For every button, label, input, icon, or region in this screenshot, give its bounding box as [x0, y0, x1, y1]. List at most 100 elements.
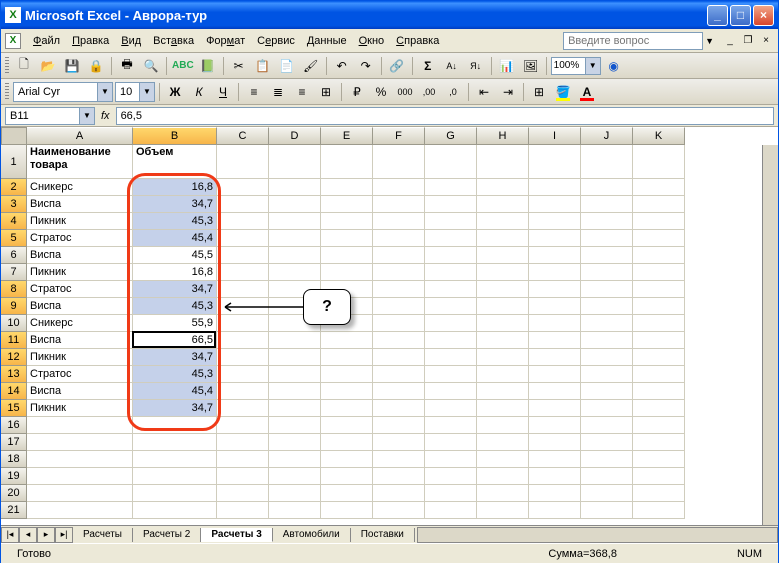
new-icon[interactable]: 🗋 — [13, 55, 35, 77]
cell[interactable] — [425, 502, 477, 519]
cell[interactable] — [477, 230, 529, 247]
column-header[interactable]: B — [133, 127, 217, 145]
cell[interactable] — [321, 366, 373, 383]
cell[interactable] — [217, 400, 269, 417]
row-header[interactable]: 6 — [1, 247, 27, 264]
cell[interactable] — [529, 366, 581, 383]
menu-data[interactable]: Данные — [301, 33, 353, 49]
cell[interactable]: 34,7 — [133, 196, 217, 213]
cell[interactable] — [633, 196, 685, 213]
cell[interactable] — [269, 417, 321, 434]
cell[interactable]: 45,4 — [133, 383, 217, 400]
vertical-scrollbar[interactable] — [762, 145, 778, 525]
cell[interactable] — [633, 417, 685, 434]
cell[interactable] — [217, 417, 269, 434]
cell[interactable] — [529, 281, 581, 298]
cell[interactable] — [581, 349, 633, 366]
tab-nav-prev[interactable]: ◂ — [19, 527, 37, 543]
cell[interactable]: 34,7 — [133, 349, 217, 366]
cell[interactable] — [529, 417, 581, 434]
cell[interactable] — [425, 451, 477, 468]
cell[interactable] — [425, 230, 477, 247]
cell[interactable] — [373, 213, 425, 230]
cell[interactable] — [269, 264, 321, 281]
spreadsheet-grid[interactable]: ABCDEFGHIJK 1234567891011121314151617181… — [1, 127, 778, 525]
cell[interactable] — [373, 434, 425, 451]
row-header[interactable]: 8 — [1, 281, 27, 298]
cell[interactable] — [425, 281, 477, 298]
row-header[interactable]: 14 — [1, 383, 27, 400]
doc-restore-button[interactable]: ❐ — [740, 34, 756, 48]
fill-color-icon[interactable]: 🪣 — [552, 81, 574, 103]
menu-tools[interactable]: Сервис — [251, 33, 301, 49]
cell[interactable] — [27, 485, 133, 502]
sort-asc-icon[interactable]: A↓ — [441, 55, 463, 77]
row-header[interactable]: 18 — [1, 451, 27, 468]
cell[interactable]: Виспа — [27, 332, 133, 349]
cell[interactable] — [425, 366, 477, 383]
paste-icon[interactable]: 📄 — [276, 55, 298, 77]
column-header[interactable]: G — [425, 127, 477, 145]
minimize-button[interactable]: _ — [707, 5, 728, 26]
increase-decimal-icon[interactable]: ,00 — [418, 81, 440, 103]
cut-icon[interactable]: ✂ — [228, 55, 250, 77]
cell[interactable] — [373, 417, 425, 434]
cell[interactable] — [321, 468, 373, 485]
cell[interactable] — [373, 366, 425, 383]
chevron-down-icon[interactable]: ▼ — [79, 108, 94, 124]
select-all-corner[interactable] — [1, 127, 27, 145]
cell[interactable] — [477, 434, 529, 451]
cell[interactable] — [529, 383, 581, 400]
cell[interactable] — [27, 468, 133, 485]
underline-icon[interactable]: Ч — [212, 81, 234, 103]
cell[interactable] — [529, 213, 581, 230]
cell[interactable] — [529, 298, 581, 315]
cell[interactable]: Пикник — [27, 264, 133, 281]
font-size-combo[interactable]: 10▼ — [115, 82, 155, 102]
maximize-button[interactable]: □ — [730, 5, 751, 26]
spelling-icon[interactable]: ABC — [171, 55, 195, 77]
cell[interactable]: Виспа — [27, 298, 133, 315]
autosum-icon[interactable]: Σ — [417, 55, 439, 77]
merge-icon[interactable]: ⊞ — [315, 81, 337, 103]
cell[interactable] — [217, 468, 269, 485]
cell[interactable] — [425, 400, 477, 417]
cell[interactable] — [633, 145, 685, 179]
cell[interactable] — [217, 213, 269, 230]
menu-view[interactable]: Вид — [115, 33, 147, 49]
chevron-down-icon[interactable]: ▼ — [97, 83, 112, 101]
row-header[interactable]: 17 — [1, 434, 27, 451]
cell[interactable] — [373, 332, 425, 349]
row-header[interactable]: 10 — [1, 315, 27, 332]
cell[interactable] — [581, 383, 633, 400]
row-header[interactable]: 1 — [1, 145, 27, 179]
chevron-down-icon[interactable]: ▼ — [139, 83, 154, 101]
cell[interactable] — [321, 485, 373, 502]
close-button[interactable]: × — [753, 5, 774, 26]
cell[interactable] — [529, 332, 581, 349]
cell[interactable]: 45,4 — [133, 230, 217, 247]
sheet-tab[interactable]: Расчеты 2 — [133, 528, 201, 542]
percent-icon[interactable]: % — [370, 81, 392, 103]
cell[interactable] — [425, 349, 477, 366]
cell[interactable] — [373, 298, 425, 315]
column-header[interactable]: C — [217, 127, 269, 145]
row-header[interactable]: 11 — [1, 332, 27, 349]
cell[interactable] — [373, 383, 425, 400]
cell[interactable] — [27, 451, 133, 468]
cell[interactable] — [269, 485, 321, 502]
bold-icon[interactable]: Ж — [164, 81, 186, 103]
cell[interactable] — [529, 196, 581, 213]
cell[interactable] — [633, 434, 685, 451]
cell[interactable] — [581, 315, 633, 332]
cell[interactable] — [269, 145, 321, 179]
cell[interactable] — [529, 502, 581, 519]
cell[interactable] — [477, 502, 529, 519]
cell[interactable] — [633, 366, 685, 383]
cell[interactable] — [373, 281, 425, 298]
row-header[interactable]: 7 — [1, 264, 27, 281]
cell[interactable] — [581, 145, 633, 179]
cell[interactable]: 45,3 — [133, 213, 217, 230]
cell[interactable] — [581, 434, 633, 451]
cell[interactable] — [581, 264, 633, 281]
